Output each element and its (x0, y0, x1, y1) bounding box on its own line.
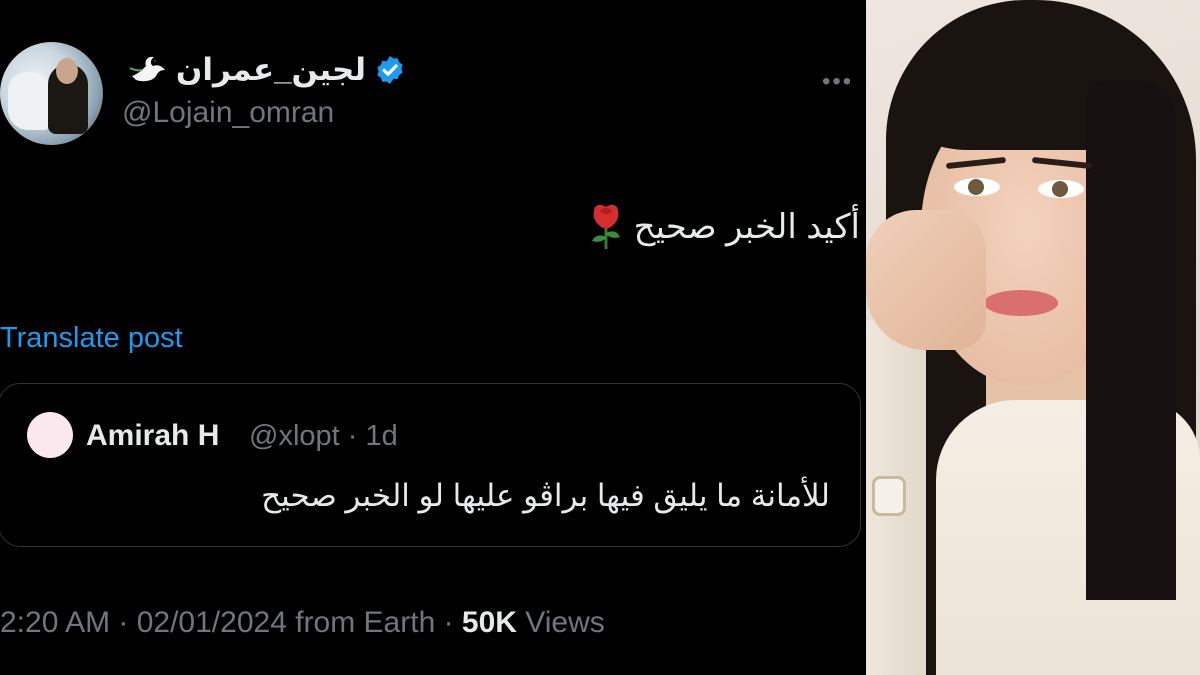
portrait-lips (984, 290, 1058, 316)
translate-post-link[interactable]: Translate post (0, 322, 183, 355)
more-options-icon[interactable]: ••• (822, 68, 853, 96)
quoted-post[interactable]: Amirah H @xlopt · 1d للأمانة ما يليق فيه… (0, 383, 861, 547)
author-avatar[interactable] (0, 42, 103, 145)
portrait-eye-left (954, 178, 1000, 196)
quoted-author-name[interactable]: Amirah H (86, 419, 219, 453)
post-text-body: أكيد الخبر صحيح (633, 208, 860, 246)
portrait-eye-right (1038, 180, 1084, 198)
portrait-photo (866, 0, 1200, 675)
avatar-head (56, 58, 78, 84)
author-handle[interactable]: @Lojain_omran (122, 96, 334, 130)
quoted-post-text: للأمانة ما يليق فيها براڤو عليها لو الخب… (261, 478, 830, 513)
tweet-panel: لجين_عمران @Lojain_omran ••• أكيد الخبر … (0, 0, 866, 675)
quoted-author-avatar[interactable] (27, 412, 73, 458)
portrait-hand (866, 210, 986, 350)
quoted-author-handle-time[interactable]: @xlopt · 1d (249, 420, 398, 453)
views-count: 50K (461, 606, 517, 639)
rose-icon (591, 204, 620, 249)
watch-icon (872, 476, 906, 516)
portrait-hair-side (1086, 80, 1176, 600)
dove-icon (129, 56, 165, 82)
views-label: Views (516, 606, 605, 639)
post-timestamp[interactable]: 2:20 AM · 02/01/2024 from Earth · (0, 606, 462, 639)
author-name-row: لجين_عمران (128, 52, 406, 88)
post-metadata: 2:20 AM · 02/01/2024 from Earth · 50K Vi… (0, 606, 605, 640)
verified-badge-icon[interactable] (374, 54, 406, 86)
avatar-horse (8, 72, 50, 130)
post-text: أكيد الخبر صحيح (586, 203, 860, 251)
author-display-name[interactable]: لجين_عمران (176, 52, 366, 88)
